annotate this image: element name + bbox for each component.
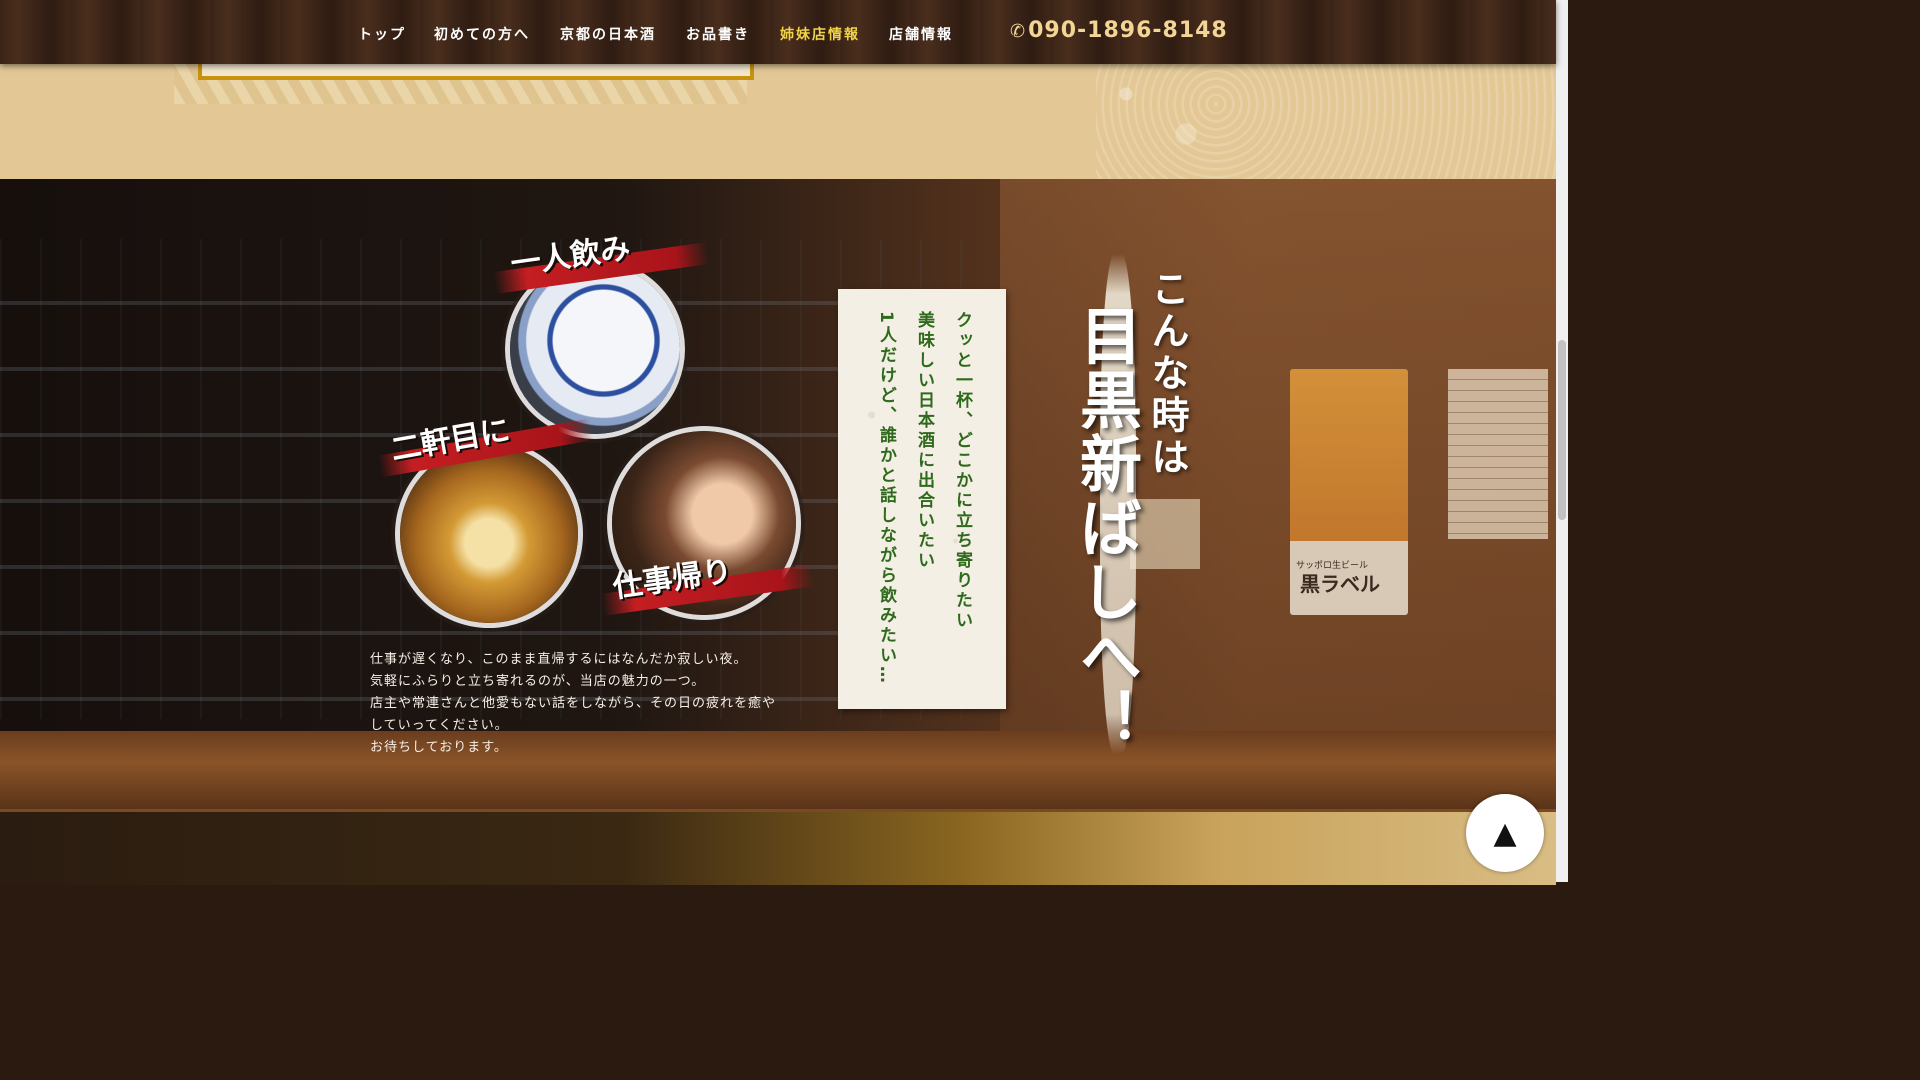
card-line-1: クッと一杯、どこかに立ち寄りたい bbox=[952, 311, 972, 631]
scrollbar[interactable] bbox=[1556, 0, 1568, 882]
poster-name: 黒ラベル bbox=[1300, 572, 1380, 596]
nav-item-first-time[interactable]: 初めての方へ bbox=[434, 24, 530, 44]
oden-photo bbox=[400, 445, 578, 623]
nav-item-sister-store[interactable]: 姉妹店情報 bbox=[780, 24, 860, 44]
concept-section: 一人飲み 二軒目に 仕事帰り 仕事が遅くなり、このまま直帰するにはなんだか寂しい… bbox=[0, 179, 1556, 809]
intro-line: 店主や常連さんと他愛もない話をしながら、その日の疲れを癒やしていってください。 bbox=[370, 696, 777, 733]
scrollbar-thumb[interactable] bbox=[1558, 340, 1566, 520]
intro-line: お待ちしております。 bbox=[370, 740, 508, 755]
nav-item-kyoto-sake[interactable]: 京都の日本酒 bbox=[560, 24, 656, 44]
sake-cup-photo bbox=[510, 264, 680, 434]
image-frame-border bbox=[198, 64, 754, 80]
back-to-top-button[interactable]: ▲ bbox=[1466, 794, 1544, 872]
intro-text: 仕事が遅くなり、このまま直帰するにはなんだか寂しい夜。 気軽にふらりと立ち寄れる… bbox=[370, 649, 790, 759]
phone-icon: ✆ bbox=[1010, 21, 1027, 42]
decorative-pattern bbox=[1096, 64, 1556, 179]
card-line-2: 美味しい日本酒に出合いたい bbox=[914, 311, 934, 571]
up-arrow-icon: ▲ bbox=[1493, 815, 1517, 851]
intro-line: 仕事が遅くなり、このまま直帰するにはなんだか寂しい夜。 bbox=[370, 652, 748, 667]
phone-link[interactable]: ✆090-1896-8148 bbox=[1010, 18, 1228, 43]
headline-big: 目黒新ばしへ！ bbox=[1069, 304, 1142, 752]
nav-item-store-info[interactable]: 店舗情報 bbox=[889, 24, 953, 44]
next-section bbox=[0, 809, 1556, 885]
intro-line: 気軽にふらりと立ち寄れるのが、当店の魅力の一つ。 bbox=[370, 674, 706, 689]
phone-number: 090-1896-8148 bbox=[1028, 18, 1228, 43]
nav-item-top[interactable]: トップ bbox=[358, 24, 406, 44]
top-nav: トップ 初めての方へ 京都の日本酒 お品書き 姉妹店情報 店舗情報 ✆090-1… bbox=[0, 0, 1556, 64]
card-line-3: 1人だけど、誰かと話しながら飲みたい… bbox=[876, 311, 896, 686]
wall-menu-board bbox=[1448, 369, 1548, 539]
nav-item-menu[interactable]: お品書き bbox=[686, 24, 750, 44]
